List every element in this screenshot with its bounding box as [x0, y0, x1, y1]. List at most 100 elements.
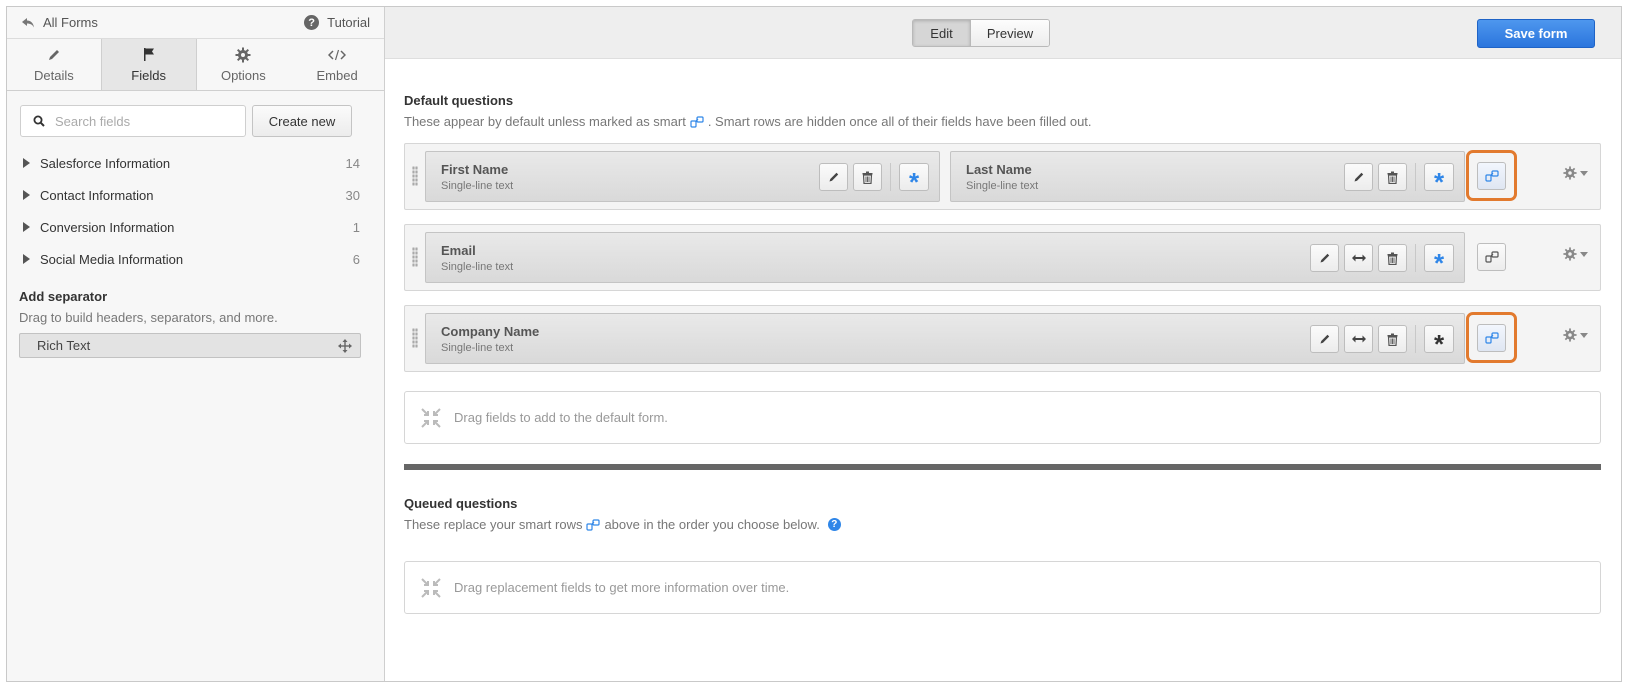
save-form-button[interactable]: Save form — [1477, 19, 1595, 48]
category-contact[interactable]: Contact Information 30 — [7, 179, 384, 211]
category-list: Salesforce Information 14 Contact Inform… — [7, 147, 384, 275]
field-last-name[interactable]: Last Name Single-line text * — [950, 151, 1465, 202]
pencil-icon — [1354, 172, 1363, 182]
field-type: Single-line text — [441, 342, 514, 354]
divider — [890, 163, 891, 191]
all-forms-link[interactable]: All Forms — [21, 15, 98, 30]
rich-text-label: Rich Text — [37, 338, 91, 353]
delete-field-button[interactable] — [1378, 244, 1407, 272]
top-toolbar: Edit Preview Save form — [385, 7, 1621, 59]
delete-field-button[interactable] — [1378, 325, 1407, 353]
edit-field-button[interactable] — [819, 163, 848, 191]
asterisk-icon: * — [1433, 248, 1445, 278]
field-actions: * — [1310, 325, 1454, 358]
edit-button[interactable]: Edit — [913, 20, 970, 46]
divider — [1415, 325, 1416, 353]
pencil-icon — [829, 172, 838, 182]
search-row: Create new — [7, 91, 384, 137]
form-row: Company Name Single-line text * — [404, 305, 1601, 372]
resize-field-button[interactable] — [1344, 325, 1373, 353]
expand-arrow-icon — [23, 158, 30, 168]
all-forms-label: All Forms — [43, 15, 98, 30]
help-icon[interactable]: ? — [827, 518, 841, 531]
smart-icon — [1484, 251, 1499, 263]
view-toggle: Edit Preview — [912, 19, 1050, 47]
divider — [1415, 244, 1416, 272]
help-icon: ? — [304, 15, 320, 30]
row-settings-menu[interactable] — [1563, 247, 1588, 261]
preview-button[interactable]: Preview — [970, 20, 1049, 46]
field-company-name[interactable]: Company Name Single-line text * — [425, 313, 1465, 364]
highlight-box — [1466, 150, 1517, 201]
required-toggle-button[interactable]: * — [899, 163, 929, 196]
tab-details[interactable]: Details — [7, 39, 101, 90]
category-count: 30 — [345, 187, 360, 203]
separator-title: Add separator — [19, 289, 108, 304]
tab-details-label: Details — [34, 67, 74, 83]
expand-arrow-icon — [23, 190, 30, 200]
tutorial-link[interactable]: ? Tutorial — [304, 15, 370, 30]
desc-text-after: above in the order you choose below. — [604, 517, 820, 532]
resize-field-button[interactable] — [1344, 244, 1373, 272]
category-salesforce[interactable]: Salesforce Information 14 — [7, 147, 384, 179]
tab-fields-label: Fields — [131, 67, 166, 83]
category-count: 1 — [352, 219, 360, 235]
queued-questions-description: These replace your smart rows above in t… — [404, 517, 1601, 532]
field-first-name[interactable]: First Name Single-line text * — [425, 151, 940, 202]
back-arrow-icon — [22, 17, 34, 27]
row-settings-menu[interactable] — [1563, 328, 1588, 342]
form-row: Email Single-line text * — [404, 224, 1601, 291]
required-toggle-button[interactable]: * — [1424, 325, 1454, 358]
smart-icon — [586, 518, 601, 531]
pencil-icon — [47, 47, 61, 63]
divider — [1415, 163, 1416, 191]
chevron-down-icon — [1580, 332, 1588, 338]
gear-icon — [1563, 166, 1577, 180]
pencil-icon — [1320, 253, 1329, 263]
tab-options[interactable]: Options — [197, 39, 291, 90]
delete-field-button[interactable] — [853, 163, 882, 191]
row-settings-menu[interactable] — [1563, 166, 1588, 180]
field-name: Company Name — [441, 324, 540, 339]
search-field[interactable] — [20, 105, 246, 137]
field-email[interactable]: Email Single-line text * — [425, 232, 1465, 283]
horizontal-arrows-icon — [1351, 254, 1366, 262]
sidebar-tabs: Details Fields Options Embed — [7, 39, 384, 91]
drag-handle-icon[interactable] — [412, 166, 418, 186]
smart-icon — [690, 115, 704, 128]
category-conversion[interactable]: Conversion Information 1 — [7, 211, 384, 243]
pencil-icon — [1320, 334, 1329, 344]
tab-embed-label: Embed — [316, 67, 358, 83]
edit-field-button[interactable] — [1344, 163, 1373, 191]
create-new-button[interactable]: Create new — [252, 105, 352, 137]
highlight-box — [1466, 312, 1517, 363]
required-toggle-button[interactable]: * — [1424, 163, 1454, 196]
queued-dropzone[interactable]: Drag replacement fields to get more info… — [404, 561, 1601, 614]
trash-icon — [1387, 252, 1398, 265]
expand-arrow-icon — [23, 222, 30, 232]
rich-text-item[interactable]: Rich Text — [19, 333, 361, 358]
separator-description: Drag to build headers, separators, and m… — [19, 310, 278, 325]
search-input[interactable] — [55, 113, 225, 129]
required-toggle-button[interactable]: * — [1424, 244, 1454, 277]
default-dropzone[interactable]: Drag fields to add to the default form. — [404, 391, 1601, 444]
category-social-media[interactable]: Social Media Information 6 — [7, 243, 384, 275]
category-label: Social Media Information — [40, 251, 184, 267]
asterisk-icon: * — [1433, 167, 1445, 197]
drag-handle-icon[interactable] — [412, 247, 418, 267]
asterisk-icon: * — [908, 167, 920, 197]
desc-text-after: . Smart rows are hidden once all of thei… — [707, 114, 1092, 129]
tab-embed[interactable]: Embed — [290, 39, 384, 90]
desc-text-before: These appear by default unless marked as… — [404, 114, 686, 129]
edit-field-button[interactable] — [1310, 325, 1339, 353]
desc-text-before: These replace your smart rows — [404, 517, 583, 532]
field-name: Last Name — [966, 162, 1032, 177]
horizontal-arrows-icon — [1351, 335, 1366, 343]
drag-handle-icon[interactable] — [412, 328, 418, 348]
delete-field-button[interactable] — [1378, 163, 1407, 191]
edit-field-button[interactable] — [1310, 244, 1339, 272]
smart-row-toggle-button[interactable] — [1477, 243, 1506, 271]
tab-options-label: Options — [220, 67, 266, 83]
tab-fields[interactable]: Fields — [100, 39, 197, 90]
search-icon — [33, 115, 45, 127]
